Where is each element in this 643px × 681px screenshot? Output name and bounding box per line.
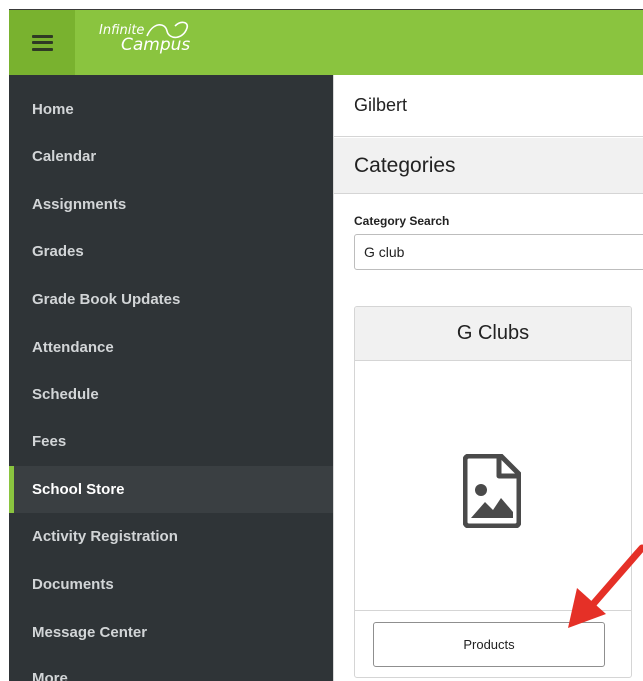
sidebar-item-label: Message Center <box>32 624 148 641</box>
sidebar-item-fees[interactable]: Fees <box>9 418 333 465</box>
sidebar-item-schedule[interactable]: Schedule <box>9 371 333 418</box>
category-card-title: G Clubs <box>355 307 631 361</box>
image-placeholder-icon <box>462 453 522 533</box>
sidebar-item-label: Fees <box>32 433 67 450</box>
sidebar-item-label: Schedule <box>32 386 99 403</box>
sidebar-item-label: Activity Registration <box>32 528 178 545</box>
sidebar-item-label: Attendance <box>32 339 114 356</box>
school-name: Gilbert <box>334 75 643 137</box>
sidebar-item-calendar[interactable]: Calendar <box>9 133 333 180</box>
menu-button[interactable] <box>9 10 75 75</box>
sidebar-item-message-center[interactable]: Message Center <box>9 609 333 656</box>
red-arrow-icon <box>560 540 643 640</box>
category-search-label: Category Search <box>354 214 450 228</box>
sidebar-item-label: Calendar <box>32 148 97 165</box>
hamburger-icon <box>31 34 53 51</box>
sidebar-item-grade-book-updates[interactable]: Grade Book Updates <box>9 276 333 323</box>
infinity-swoosh-icon <box>146 21 189 39</box>
sidebar-item-school-store[interactable]: School Store <box>9 466 333 513</box>
sidebar-item-label: More <box>32 670 68 681</box>
sidebar-item-activity-registration[interactable]: Activity Registration <box>9 513 333 560</box>
sidebar-item-assignments[interactable]: Assignments <box>9 181 333 228</box>
sidebar-item-grades[interactable]: Grades <box>9 228 333 275</box>
sidebar-item-attendance[interactable]: Attendance <box>9 324 333 371</box>
top-bar: Infinite Campus <box>9 9 643 75</box>
category-search-input[interactable] <box>354 234 643 270</box>
sidebar-item-home[interactable]: Home <box>9 86 333 133</box>
sidebar-item-label: Documents <box>32 576 114 593</box>
sidebar-item-label: Grade Book Updates <box>32 291 181 308</box>
infinite-campus-logo[interactable]: Infinite Campus <box>99 21 190 54</box>
sidebar-nav: Home Calendar Assignments Grades Grade B… <box>9 75 333 681</box>
frame-border <box>0 0 9 681</box>
sidebar-item-label: Grades <box>32 243 84 260</box>
sidebar-item-label: School Store <box>32 481 125 498</box>
sidebar-item-more[interactable]: More <box>9 655 333 681</box>
sidebar-item-label: Home <box>32 101 74 118</box>
page-title: Categories <box>334 138 643 194</box>
sidebar-item-label: Assignments <box>32 196 127 213</box>
sidebar-item-documents[interactable]: Documents <box>9 561 333 608</box>
